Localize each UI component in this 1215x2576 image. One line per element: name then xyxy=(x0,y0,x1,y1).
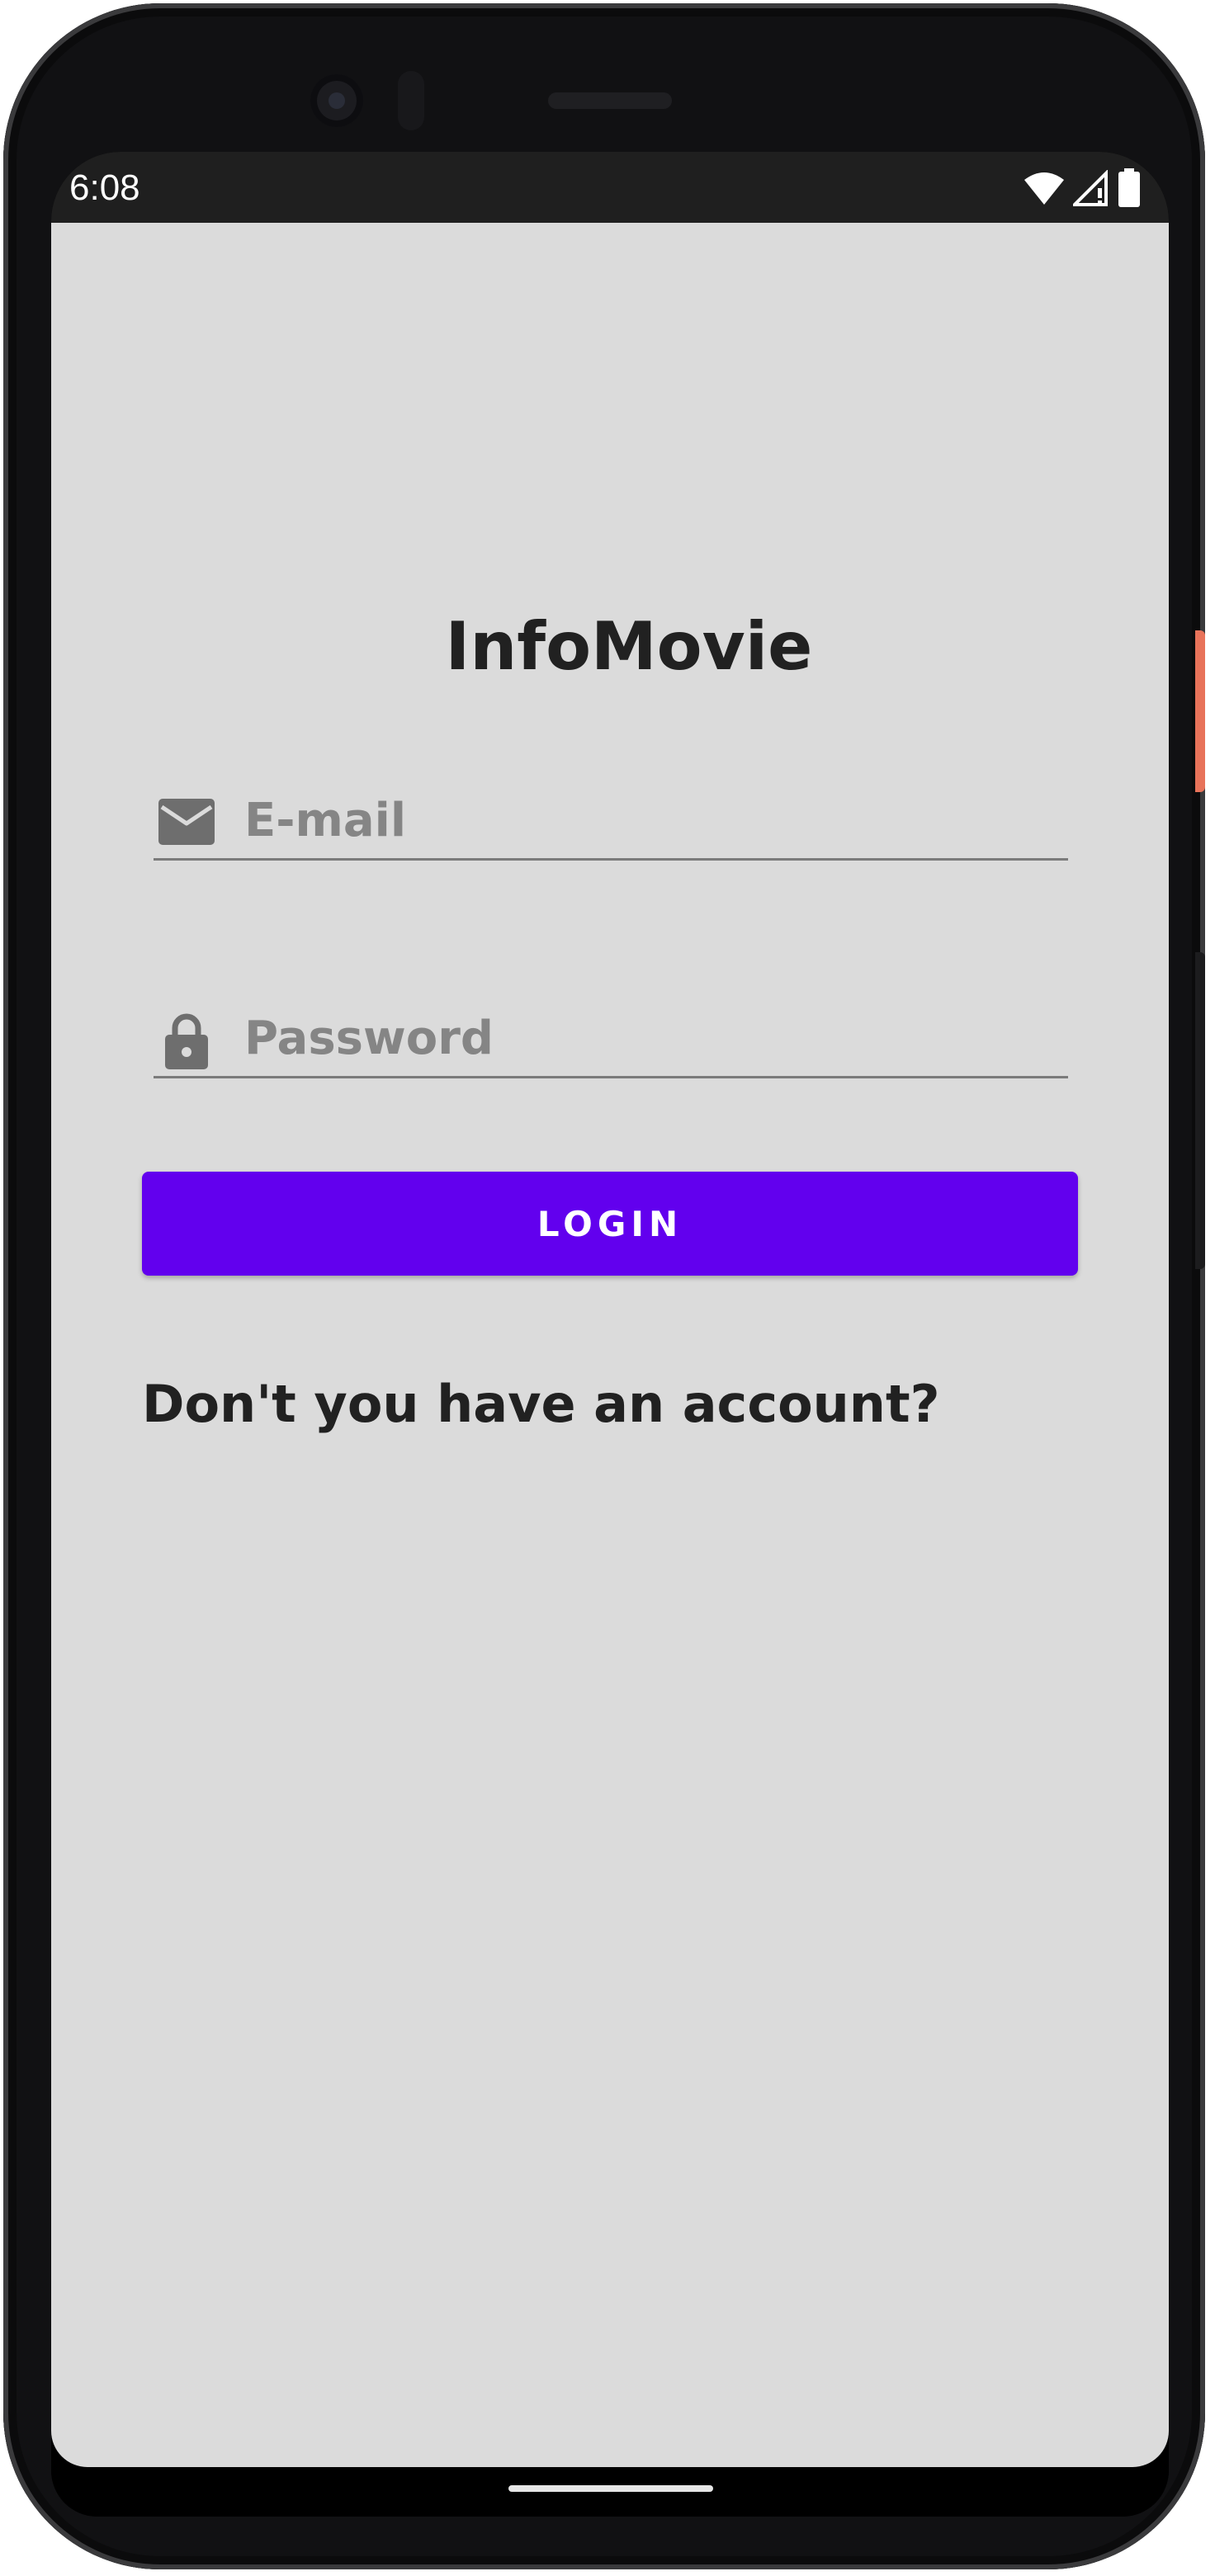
power-button xyxy=(1195,630,1205,792)
battery-icon xyxy=(1118,168,1141,211)
navigation-bar xyxy=(51,2467,1169,2517)
mail-icon xyxy=(157,792,216,852)
home-gesture-handle[interactable] xyxy=(508,2485,713,2492)
phone-frame: 6:08 InfoMovie E-mail LOGIN Don't you ha… xyxy=(3,3,1205,2569)
login-screen: InfoMovie E-mail LOGIN Don't you have an… xyxy=(51,223,1169,2467)
signal-icon xyxy=(1071,169,1109,210)
password-field xyxy=(154,1002,1068,1078)
earpiece-speaker xyxy=(548,92,672,109)
register-link[interactable]: Don't you have an account? xyxy=(142,1371,940,1437)
lock-icon xyxy=(157,1010,216,1069)
email-input[interactable] xyxy=(244,787,1053,853)
device-screen: 6:08 InfoMovie E-mail LOGIN Don't you ha… xyxy=(51,152,1169,2517)
login-button[interactable]: LOGIN xyxy=(142,1172,1078,1276)
proximity-sensor xyxy=(398,71,424,130)
email-field xyxy=(154,784,1068,861)
password-input[interactable] xyxy=(244,1005,1053,1071)
status-time: 6:08 xyxy=(69,167,140,208)
volume-button xyxy=(1195,952,1205,1269)
status-icons xyxy=(1024,168,1141,211)
wifi-icon xyxy=(1024,170,1065,210)
status-bar: 6:08 xyxy=(51,152,1169,223)
app-title: InfoMovie xyxy=(445,608,813,685)
front-camera xyxy=(310,74,363,127)
